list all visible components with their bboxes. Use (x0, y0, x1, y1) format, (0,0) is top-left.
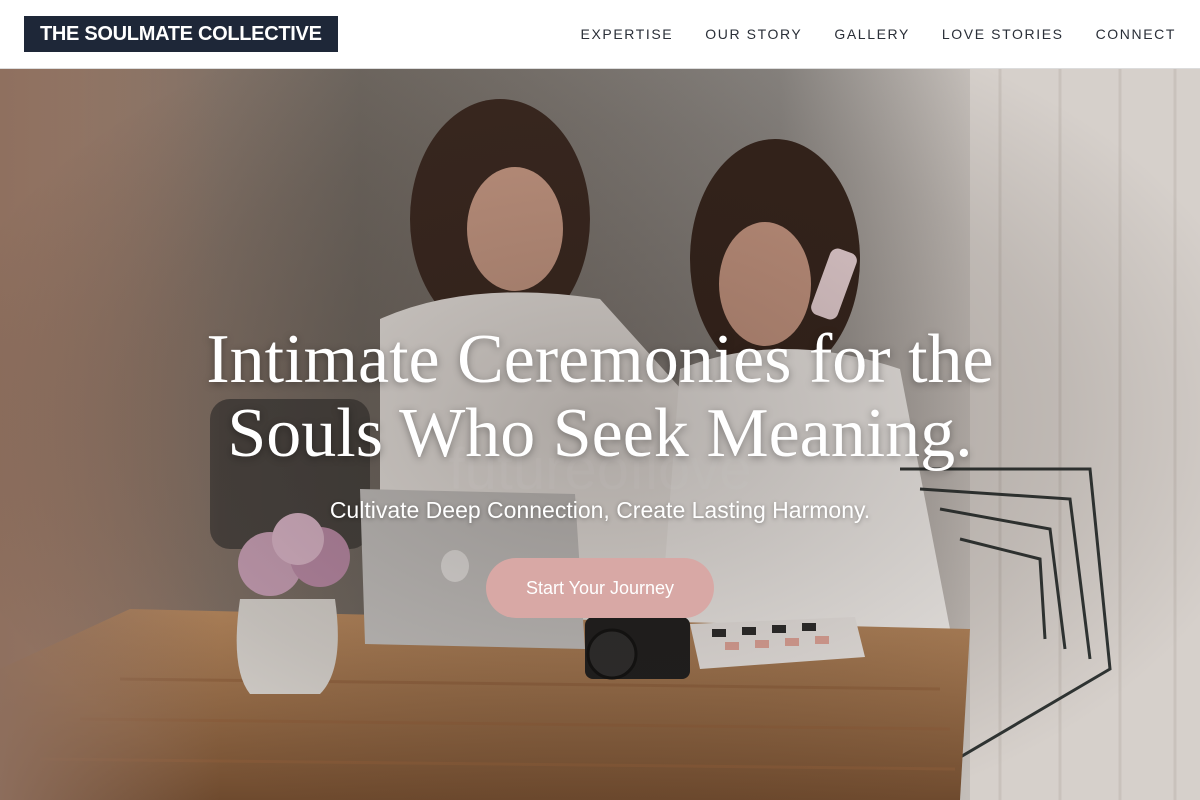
nav-item-our-story[interactable]: OUR STORY (705, 26, 802, 42)
hero-content: Intimate Ceremonies for the Souls Who Se… (0, 323, 1200, 618)
nav-item-connect[interactable]: CONNECT (1096, 26, 1176, 42)
main-nav: EXPERTISE OUR STORY GALLERY LOVE STORIES… (549, 26, 1176, 42)
hero-title: Intimate Ceremonies for the Souls Who Se… (206, 321, 994, 472)
brand-logo[interactable]: THE SOULMATE COLLECTIVE (24, 16, 338, 52)
nav-item-gallery[interactable]: GALLERY (834, 26, 910, 42)
hero-subtitle: Cultivate Deep Connection, Create Lastin… (329, 497, 871, 523)
nav-item-expertise[interactable]: EXPERTISE (581, 26, 674, 42)
start-journey-button[interactable]: Start Your Journey (486, 558, 714, 618)
hero-section: futureoflove Intimate Ceremonies for the… (0, 69, 1200, 800)
site-header: THE SOULMATE COLLECTIVE EXPERTISE OUR ST… (0, 0, 1200, 69)
nav-item-love-stories[interactable]: LOVE STORIES (942, 26, 1064, 42)
